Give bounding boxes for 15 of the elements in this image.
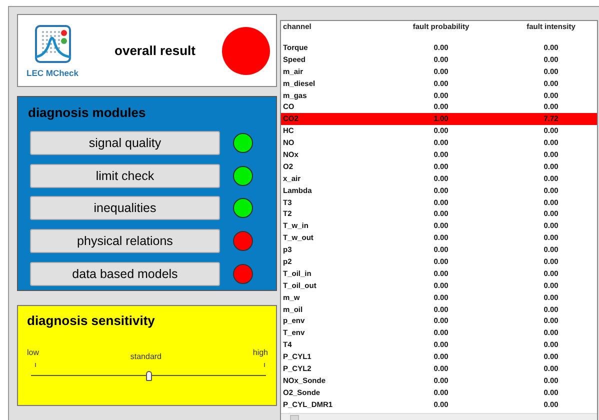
module-button[interactable]: data based models [30,262,220,286]
logo-icon [32,24,72,66]
scale-label: standard [130,352,162,361]
overall-result-label: overall result [114,43,196,58]
module-button[interactable]: physical relations [30,229,220,254]
logo-text: LEC MCheck [26,68,78,78]
slider-thumb[interactable] [146,371,152,381]
module-button[interactable]: limit check [30,164,220,188]
horizontal-scrollbar[interactable] [281,413,597,420]
scale-label: high [252,348,268,357]
panel-title: diagnosis modules [28,105,147,120]
module-button[interactable]: signal quality [30,131,220,156]
scale-label: low [27,348,40,357]
module-button[interactable]: inequalities [30,196,220,220]
panel-title: diagnosis sensitivity [27,313,156,328]
